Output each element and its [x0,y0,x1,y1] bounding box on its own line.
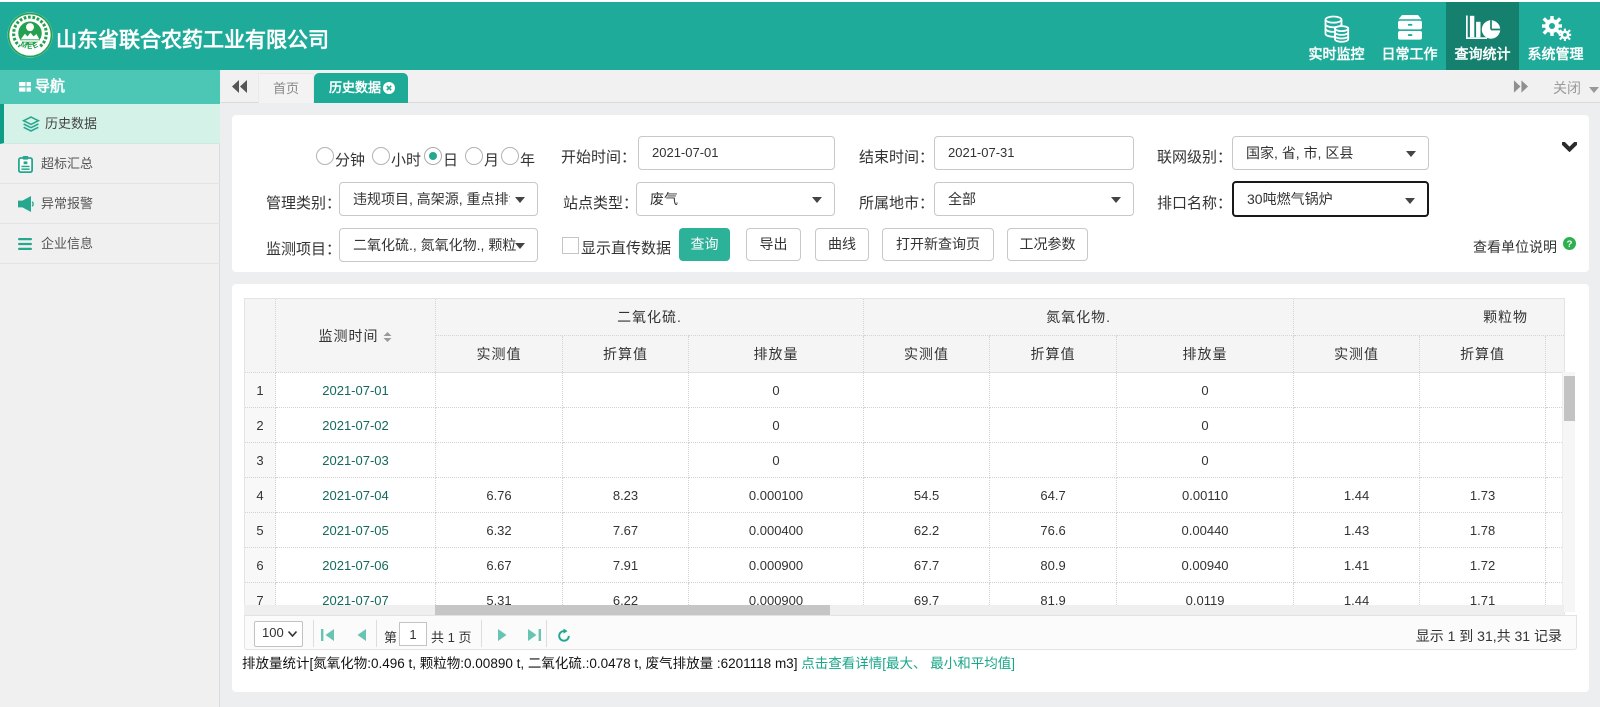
svg-text:?: ? [1567,239,1573,250]
